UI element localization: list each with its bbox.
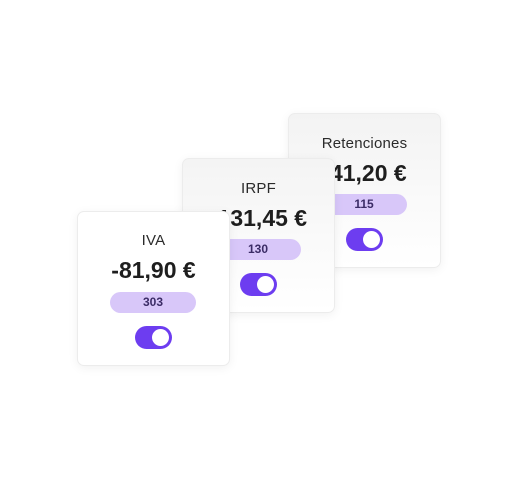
card-title: Retenciones — [321, 135, 408, 152]
model-badge: 303 — [110, 292, 196, 313]
toggle-knob — [363, 231, 380, 248]
toggle-knob — [152, 329, 169, 346]
enable-toggle[interactable] — [346, 228, 383, 251]
tax-card-iva: IVA -81,90 € 303 — [77, 211, 230, 366]
toggle-knob — [257, 276, 274, 293]
card-title: IRPF — [241, 180, 276, 197]
enable-toggle[interactable] — [240, 273, 277, 296]
card-title: IVA — [141, 232, 166, 249]
tax-cards-stack: Retenciones -41,20 € 115 IRPF -131,45 € … — [0, 0, 518, 482]
card-amount: -81,90 € — [111, 257, 196, 283]
enable-toggle[interactable] — [135, 326, 172, 349]
